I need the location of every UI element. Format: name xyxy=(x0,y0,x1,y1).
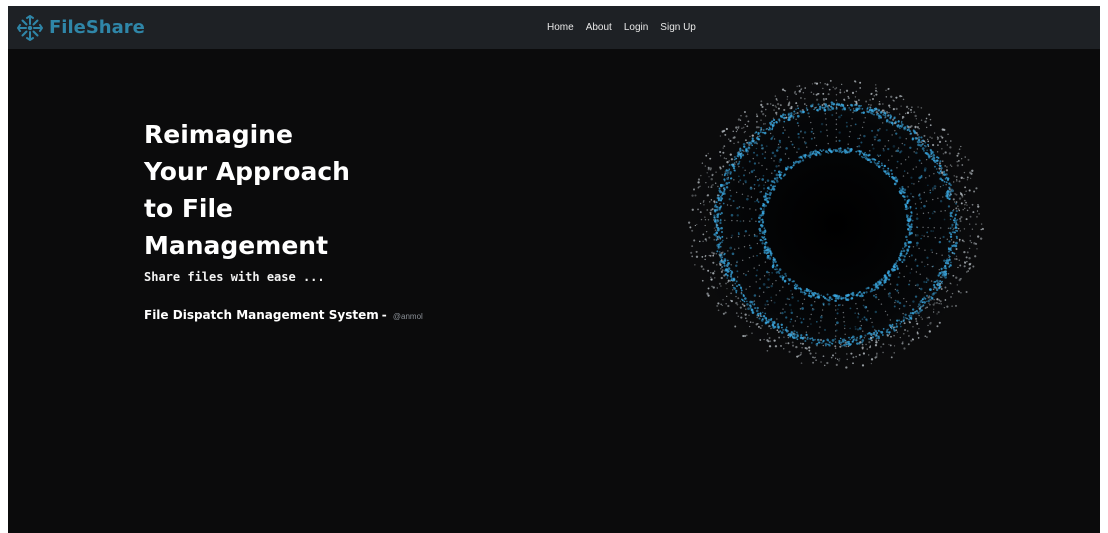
brand-link[interactable]: FileShare xyxy=(17,11,145,44)
hero-title-line: Your Approach xyxy=(144,157,350,186)
nav-signup-link[interactable]: Sign Up xyxy=(654,6,702,49)
hero-title-line: Management xyxy=(144,231,329,260)
nav-about-link[interactable]: About xyxy=(580,6,618,49)
hero-tagline: Share files with ease ... xyxy=(144,270,325,284)
app-frame: FileShare Home About Login Sign Up Reima… xyxy=(8,6,1100,533)
hero-title-line: to File xyxy=(144,194,234,223)
nav-home-link[interactable]: Home xyxy=(541,6,580,49)
hero-title: Reimagine Your Approach to File Manageme… xyxy=(144,116,564,264)
credit-separator: - xyxy=(381,308,387,322)
system-name: File Dispatch Management System xyxy=(144,308,379,322)
navbar: FileShare Home About Login Sign Up xyxy=(8,6,1100,49)
brand-name: FileShare xyxy=(49,17,145,38)
hero-title-line: Reimagine xyxy=(144,120,293,149)
particle-sphere-animation xyxy=(686,74,986,374)
nav-menu: Home About Login Sign Up xyxy=(541,6,702,49)
hero-section: Reimagine Your Approach to File Manageme… xyxy=(144,116,564,322)
nav-login-link[interactable]: Login xyxy=(618,6,654,49)
asterisk-gear-logo-icon xyxy=(17,14,43,41)
author-handle: @anmol xyxy=(392,312,423,321)
system-credit: File Dispatch Management System - @anmol xyxy=(144,308,564,322)
